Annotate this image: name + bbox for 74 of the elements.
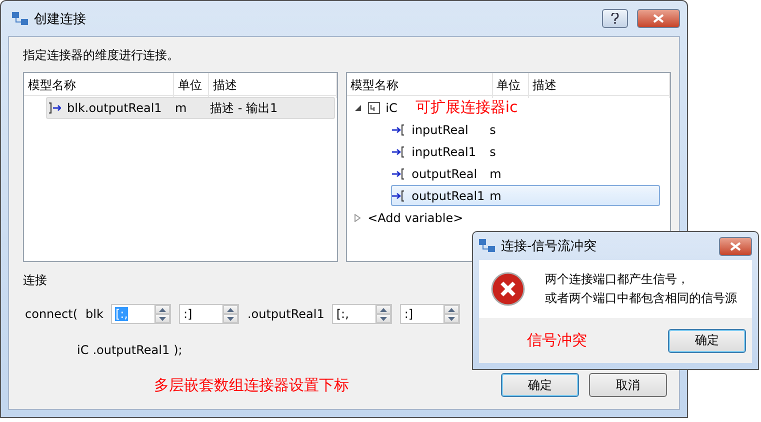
unit-cell-text: m [490, 188, 502, 202]
tree-row[interactable]: inputReal s [390, 119, 660, 140]
annotation-text: 信号冲突 [527, 331, 587, 350]
code-text: connect( [25, 307, 78, 321]
port-icon [47, 102, 61, 114]
spin-up-button[interactable] [223, 305, 238, 314]
close-button[interactable] [637, 9, 680, 28]
down-arrow-icon [380, 316, 388, 320]
variable-name: blk.outputReal1 [67, 101, 162, 115]
tree-row[interactable]: outputReal1 m [390, 185, 660, 206]
spin-box[interactable]: :] [179, 304, 240, 324]
spin-down-button[interactable] [376, 314, 392, 323]
spin-up-button[interactable] [444, 305, 460, 314]
spin-up-button[interactable] [155, 305, 170, 314]
connection-icon [12, 12, 28, 26]
spin-box[interactable]: [:, [332, 304, 392, 324]
down-arrow-icon [448, 316, 456, 320]
variable-name: inputReal1 [412, 144, 476, 158]
annotation-text: 可扩展连接器ic [415, 98, 518, 117]
spin-up-button[interactable] [376, 305, 392, 314]
spin-down-button[interactable] [223, 314, 238, 323]
code-text: ); [174, 343, 182, 357]
column-header[interactable]: 单位 [492, 73, 529, 98]
up-arrow-icon [448, 308, 456, 312]
code-text: iC [77, 343, 89, 357]
instruction-text: 指定连接器的维度进行连接。 [23, 47, 180, 64]
ok-button[interactable]: 确定 [668, 328, 746, 352]
table-row[interactable]: blk.outputReal1 m 描述 - 输出1 [46, 97, 335, 119]
collapse-triangle-icon[interactable] [354, 104, 362, 112]
variable-name: inputReal [412, 122, 468, 136]
help-button[interactable] [602, 9, 628, 28]
unit-cell-text: s [490, 144, 497, 158]
dialog-button[interactable]: 确定 [501, 373, 579, 397]
close-button[interactable] [719, 236, 752, 256]
expand-triangle-icon[interactable] [354, 214, 362, 222]
variable-name: outputReal [412, 166, 478, 180]
tree-row[interactable]: outputReal m [390, 163, 660, 184]
connector-icon [368, 102, 380, 114]
alert-title: 连接-信号流冲突 [501, 238, 597, 255]
down-arrow-icon [227, 316, 234, 320]
description-cell-text: 描述 - 输出1 [210, 100, 279, 116]
spin-box[interactable]: :] [400, 304, 460, 324]
variable-name: outputReal1 [412, 188, 485, 202]
up-arrow-icon [380, 308, 388, 312]
dialog-button[interactable]: 取消 [589, 373, 667, 397]
add-variable-item[interactable]: <Add variable> [368, 210, 464, 224]
alert-message: 两个连接端口都产生信号， 或者两个端口中都包含相同的信号源 [545, 271, 737, 307]
up-arrow-icon [227, 308, 234, 312]
port-icon [392, 168, 406, 180]
port-icon [392, 190, 406, 202]
code-text: blk [86, 307, 104, 321]
section-label: 连接 [23, 272, 47, 289]
close-icon [730, 242, 741, 250]
spin-down-button[interactable] [155, 314, 170, 323]
connection-icon [479, 239, 495, 253]
tree-row[interactable]: inputReal1 s [390, 141, 660, 162]
column-header[interactable]: 模型名称 [346, 73, 493, 98]
connector-name[interactable]: iC [386, 100, 398, 114]
error-icon [491, 272, 525, 306]
spin-down-button[interactable] [444, 314, 460, 323]
up-arrow-icon [159, 308, 166, 312]
port-icon [392, 124, 406, 136]
window-title: 创建连接 [34, 10, 86, 28]
help-icon [611, 13, 619, 24]
close-icon [653, 14, 664, 23]
code-text: .outputReal1 [247, 307, 324, 321]
port-icon [392, 146, 406, 158]
unit-cell-text: m [490, 166, 502, 180]
unit-cell-text: s [490, 122, 497, 136]
down-arrow-icon [159, 316, 166, 320]
unit-cell-text: m [175, 101, 188, 115]
column-header[interactable]: 描述 [528, 73, 670, 98]
annotation-text: 多层嵌套数组连接器设置下标 [154, 376, 349, 394]
code-text: .outputReal1 [92, 343, 170, 357]
